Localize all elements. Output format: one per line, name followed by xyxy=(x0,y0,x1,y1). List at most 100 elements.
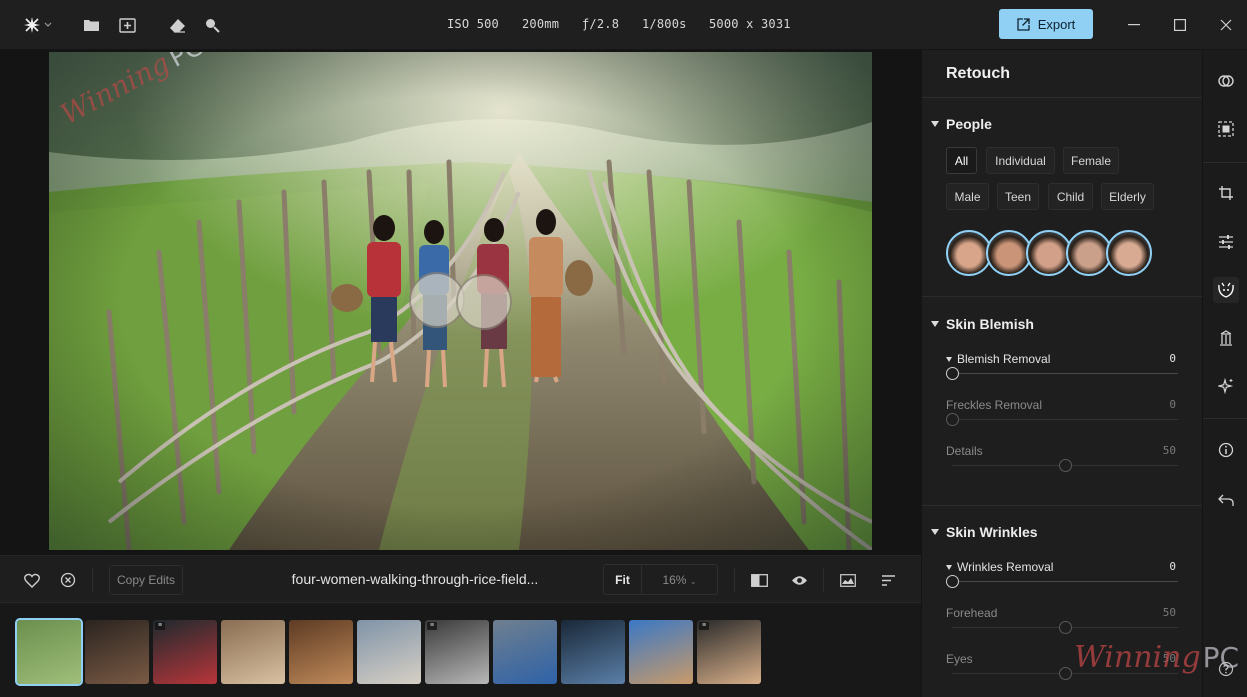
folder-icon[interactable] xyxy=(79,13,103,37)
slider-label: Freckles Removal xyxy=(946,398,1042,412)
person-avatar[interactable] xyxy=(1106,230,1152,276)
close-icon xyxy=(1220,19,1232,31)
close-button[interactable] xyxy=(1214,13,1238,37)
filter-chip-all[interactable]: All xyxy=(946,147,977,174)
compare-split-icon[interactable] xyxy=(747,568,771,592)
aperture-readout: ƒ/2.8 xyxy=(582,17,620,31)
filter-chip-individual[interactable]: Individual xyxy=(986,147,1055,174)
divider xyxy=(1203,418,1247,419)
reject-icon[interactable] xyxy=(56,568,80,592)
filmstrip-thumbnail[interactable]: ≡ xyxy=(153,620,217,684)
histogram-icon[interactable] xyxy=(836,568,860,592)
filter-chip-male[interactable]: Male xyxy=(946,183,989,210)
focal-length-readout: 200mm xyxy=(522,17,560,31)
retouch-face-icon[interactable] xyxy=(1213,277,1239,303)
collapse-icon xyxy=(931,121,939,127)
maximize-button[interactable] xyxy=(1168,13,1192,37)
filter-chip-elderly[interactable]: Elderly xyxy=(1101,183,1154,210)
slider-value: 0 xyxy=(1169,352,1176,365)
section-blemish-header[interactable]: Skin Blemish xyxy=(931,316,1034,332)
slider-handle[interactable] xyxy=(946,413,959,426)
slider-label: Wrinkles Removal xyxy=(946,560,1053,574)
filter-chip-teen[interactable]: Teen xyxy=(997,183,1039,210)
shutter-readout: 1/800s xyxy=(642,17,687,31)
slider-label-text: Wrinkles Removal xyxy=(957,560,1054,574)
slider-label-text: Blemish Removal xyxy=(957,352,1051,366)
corner-watermark: WinningPC xyxy=(1074,640,1239,675)
building-icon[interactable] xyxy=(1213,325,1239,351)
corner-watermark-pc: PC xyxy=(1202,641,1240,674)
crop-icon[interactable] xyxy=(1213,180,1239,206)
filter-chip-child[interactable]: Child xyxy=(1048,183,1093,210)
chevron-down-icon[interactable] xyxy=(40,13,56,37)
slider-label-text: Forehead xyxy=(946,606,998,620)
collapse-icon xyxy=(931,321,939,327)
export-button[interactable]: Export xyxy=(999,9,1093,39)
heart-icon[interactable] xyxy=(20,568,44,592)
section-wrinkles-header[interactable]: Skin Wrinkles xyxy=(931,524,1038,540)
edited-badge-icon: ≡ xyxy=(427,622,437,630)
slider-label-text: Freckles Removal xyxy=(946,398,1043,412)
filmstrip-thumbnail[interactable] xyxy=(493,620,557,684)
chevron-down-icon: ⌄ xyxy=(689,576,697,586)
iso-readout: ISO 500 xyxy=(447,17,499,31)
filmstrip-thumbnail[interactable] xyxy=(85,620,149,684)
select-subject-icon[interactable] xyxy=(1213,116,1239,142)
image-canvas[interactable]: WinningPC xyxy=(0,50,921,555)
filmstrip: ≡ ≡ ≡ xyxy=(0,604,921,697)
eye-icon[interactable] xyxy=(787,568,811,592)
divider xyxy=(922,296,1202,297)
retouch-panel: Retouch People All Individual Female Mal… xyxy=(921,50,1202,697)
slider-track[interactable] xyxy=(952,581,1178,582)
filmstrip-thumbnail[interactable] xyxy=(221,620,285,684)
slider-handle[interactable] xyxy=(1059,621,1072,634)
slider-handle[interactable] xyxy=(946,367,959,380)
collapse-icon[interactable] xyxy=(946,564,952,570)
filmstrip-thumbnail[interactable] xyxy=(629,620,693,684)
copy-edits-button[interactable]: Copy Edits xyxy=(109,565,183,595)
filmstrip-thumbnail[interactable] xyxy=(561,620,625,684)
zoom-level-select[interactable]: 16% ⌄ xyxy=(642,573,717,587)
zoom-control: Fit 16% ⌄ xyxy=(603,564,718,595)
slider-label: Details xyxy=(946,444,983,458)
corner-watermark-script: Winning xyxy=(1074,640,1201,675)
filmstrip-thumbnail[interactable]: ≡ xyxy=(425,620,489,684)
slider-label: Forehead xyxy=(946,606,997,620)
sparkle-effects-icon[interactable] xyxy=(1213,373,1239,399)
sliders-icon[interactable] xyxy=(1213,229,1239,255)
filmstrip-thumbnail[interactable] xyxy=(15,618,83,686)
filmstrip-thumbnail[interactable] xyxy=(357,620,421,684)
collapse-icon[interactable] xyxy=(946,356,952,362)
slider-value: 0 xyxy=(1169,560,1176,573)
section-people-label: People xyxy=(946,116,992,132)
main-photo[interactable]: WinningPC xyxy=(49,52,872,550)
export-label: Export xyxy=(1037,16,1076,32)
slider-handle[interactable] xyxy=(946,575,959,588)
file-name: four-women-walking-through-rice-field... xyxy=(291,571,539,587)
slider-label-text: Eyes xyxy=(946,652,973,666)
divider xyxy=(823,568,824,592)
slider-handle[interactable] xyxy=(1059,459,1072,472)
filter-chip-female[interactable]: Female xyxy=(1063,147,1119,174)
sort-icon[interactable] xyxy=(876,568,900,592)
filmstrip-thumbnail[interactable]: ≡ xyxy=(697,620,761,684)
slider-track[interactable] xyxy=(952,373,1178,374)
slider-label-text: Details xyxy=(946,444,983,458)
add-image-icon[interactable] xyxy=(115,13,139,37)
info-icon[interactable] xyxy=(1213,437,1239,463)
search-icon[interactable] xyxy=(200,13,224,37)
divider xyxy=(922,505,1202,506)
slider-track[interactable] xyxy=(952,419,1178,420)
zoom-fit-button[interactable]: Fit xyxy=(604,565,642,594)
section-people-header[interactable]: People xyxy=(931,116,992,132)
slider-value: 50 xyxy=(1162,444,1176,457)
divider xyxy=(922,97,1202,98)
slider-handle[interactable] xyxy=(1059,667,1072,680)
minimize-button[interactable] xyxy=(1122,13,1146,37)
divider xyxy=(734,568,735,592)
overlap-circles-icon[interactable] xyxy=(1213,68,1239,94)
section-blemish-label: Skin Blemish xyxy=(946,316,1034,332)
eraser-icon[interactable] xyxy=(165,13,189,37)
filmstrip-thumbnail[interactable] xyxy=(289,620,353,684)
undo-icon[interactable] xyxy=(1213,487,1239,513)
